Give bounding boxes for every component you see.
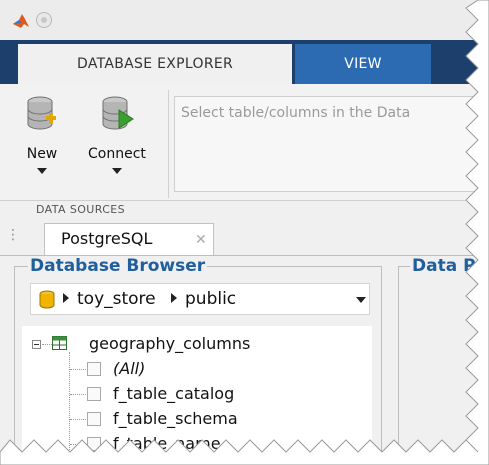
- chevron-down-icon[interactable]: [356, 297, 366, 303]
- breadcrumb-database[interactable]: toy_store: [77, 289, 156, 309]
- tree-connector: [70, 444, 86, 445]
- connect-button[interactable]: Connect: [88, 94, 146, 174]
- tree-connector: [69, 352, 70, 452]
- tree-column-item[interactable]: f_table_schema: [113, 409, 238, 428]
- document-tab-postgresql[interactable]: PostgreSQL ✕: [44, 223, 214, 255]
- data-preview-panel: [398, 266, 478, 452]
- new-dropdown-icon: [37, 168, 47, 174]
- tab-view[interactable]: VIEW: [295, 44, 431, 84]
- breadcrumb-schema[interactable]: public: [185, 289, 236, 309]
- column-checkbox[interactable]: [87, 437, 101, 451]
- app-window: DATABASE EXPLORER VIEW New Connect DATA …: [0, 0, 478, 452]
- breadcrumb-arrow-icon: [171, 293, 177, 303]
- table-tree: geography_columns (All) f_table_catalog …: [22, 326, 372, 452]
- title-bar: [0, 0, 478, 40]
- window-circle-button-icon[interactable]: [36, 12, 52, 28]
- new-database-icon: [27, 96, 56, 130]
- data-sources-group-label: DATA SOURCES: [36, 203, 126, 216]
- database-cylinder-icon: [39, 290, 55, 309]
- data-preview-title: Data P: [410, 256, 478, 276]
- connect-database-icon: [102, 96, 134, 130]
- tree-connector: [42, 344, 52, 345]
- column-checkbox[interactable]: [87, 412, 101, 426]
- matlab-logo-icon: [13, 14, 29, 28]
- tree-column-all[interactable]: (All): [113, 359, 145, 378]
- tree-connector: [70, 394, 86, 395]
- column-checkbox[interactable]: [87, 362, 101, 376]
- new-button[interactable]: New: [24, 94, 60, 174]
- ribbon-toolstrip: New Connect DATA SOURCES Select table/co…: [0, 84, 478, 216]
- drag-grip-icon[interactable]: ⋮: [6, 227, 20, 243]
- column-checkbox[interactable]: [87, 387, 101, 401]
- tree-column-item[interactable]: f_table_catalog: [113, 384, 234, 403]
- new-button-label: New: [26, 146, 58, 162]
- tree-table-node[interactable]: geography_columns: [89, 334, 250, 353]
- tree-column-item[interactable]: f_table_name: [113, 434, 221, 452]
- tab-database-explorer[interactable]: DATABASE EXPLORER: [18, 44, 292, 84]
- document-tab-label: PostgreSQL: [61, 229, 153, 248]
- tree-connector: [70, 419, 86, 420]
- connect-dropdown-icon: [111, 168, 122, 174]
- database-browser-title: Database Browser: [28, 256, 208, 276]
- collapse-icon[interactable]: [32, 340, 41, 349]
- table-icon: [52, 336, 67, 350]
- breadcrumb-arrow-icon: [63, 293, 69, 303]
- schema-breadcrumb[interactable]: toy_store public: [30, 283, 370, 315]
- close-icon[interactable]: ✕: [195, 232, 207, 248]
- ribbon-group-separator: [168, 90, 169, 198]
- selection-info-field: Select table/columns in the Data: [174, 96, 478, 192]
- document-tab-strip: ⋮ PostgreSQL ✕: [0, 221, 478, 256]
- tree-connector: [70, 369, 86, 370]
- connect-button-label: Connect: [88, 146, 146, 162]
- ribbon-tab-bar: DATABASE EXPLORER VIEW: [0, 40, 478, 84]
